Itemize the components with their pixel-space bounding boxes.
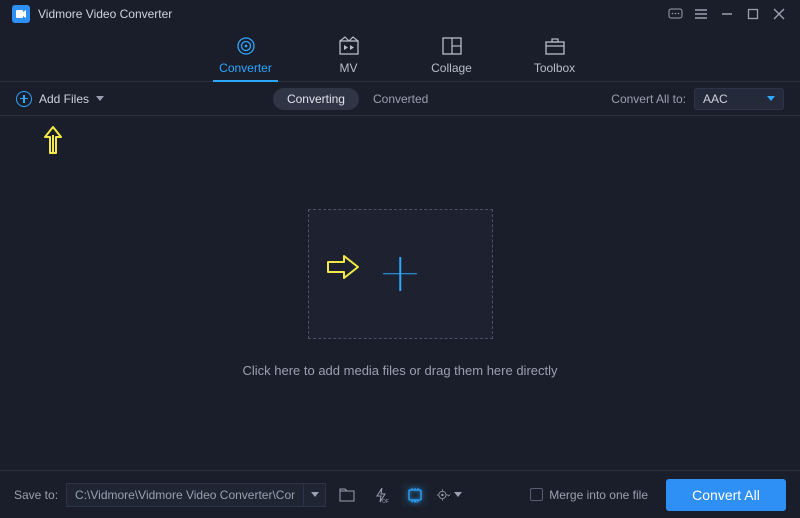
main-tabs: Converter MV Collage Toolbox bbox=[0, 28, 800, 82]
tab-collage-label: Collage bbox=[431, 61, 472, 75]
convert-all-to-label: Convert All to: bbox=[611, 92, 686, 106]
footer-bar: Save to: OFF ON Merge into one file Conv… bbox=[0, 470, 800, 518]
add-files-button[interactable]: Add Files bbox=[16, 91, 104, 107]
tab-collage[interactable]: Collage bbox=[424, 35, 479, 81]
save-path-dropdown[interactable] bbox=[304, 483, 326, 507]
convert-all-button[interactable]: Convert All bbox=[666, 479, 786, 511]
collage-icon bbox=[441, 35, 463, 57]
main-area: Click here to add media files or drag th… bbox=[0, 116, 800, 470]
feedback-icon[interactable] bbox=[662, 3, 688, 25]
tab-mv-label: MV bbox=[340, 61, 358, 75]
chevron-down-icon bbox=[454, 492, 462, 497]
menu-icon[interactable] bbox=[688, 3, 714, 25]
add-media-dropzone[interactable] bbox=[308, 209, 493, 339]
save-path-field bbox=[66, 483, 326, 507]
app-logo bbox=[12, 5, 30, 23]
tab-converting[interactable]: Converting bbox=[273, 88, 359, 110]
chevron-down-icon bbox=[767, 96, 775, 101]
mv-icon bbox=[338, 35, 360, 57]
maximize-icon[interactable] bbox=[740, 3, 766, 25]
plus-circle-icon bbox=[16, 91, 32, 107]
tab-converted[interactable]: Converted bbox=[359, 88, 442, 110]
tab-converter[interactable]: Converter bbox=[218, 35, 273, 81]
conversion-status-tabs: Converting Converted bbox=[273, 88, 442, 110]
gear-dropdown-button[interactable] bbox=[436, 483, 462, 507]
lightning-off-button[interactable]: OFF bbox=[368, 483, 394, 507]
titlebar: Vidmore Video Converter bbox=[0, 0, 800, 28]
tab-toolbox-label: Toolbox bbox=[534, 61, 575, 75]
open-folder-button[interactable] bbox=[334, 483, 360, 507]
checkbox-icon bbox=[530, 488, 543, 501]
toolbox-icon bbox=[544, 35, 566, 57]
merge-label: Merge into one file bbox=[549, 488, 648, 502]
convert-all-to: Convert All to: AAC bbox=[611, 88, 784, 110]
output-format-value: AAC bbox=[703, 92, 728, 106]
chevron-down-icon bbox=[311, 492, 319, 497]
output-format-dropdown[interactable]: AAC bbox=[694, 88, 784, 110]
add-files-label: Add Files bbox=[39, 92, 89, 106]
plus-icon bbox=[383, 257, 417, 291]
chevron-down-icon bbox=[96, 96, 104, 101]
save-to-label: Save to: bbox=[14, 488, 58, 502]
tab-mv[interactable]: MV bbox=[321, 35, 376, 81]
tab-converter-label: Converter bbox=[219, 61, 272, 75]
svg-text:ON: ON bbox=[412, 500, 419, 503]
close-icon[interactable] bbox=[766, 3, 792, 25]
converter-icon bbox=[235, 35, 257, 57]
minimize-icon[interactable] bbox=[714, 3, 740, 25]
secondary-bar: Add Files Converting Converted Convert A… bbox=[0, 82, 800, 116]
tab-toolbox[interactable]: Toolbox bbox=[527, 35, 582, 81]
svg-text:OFF: OFF bbox=[382, 499, 389, 503]
save-path-input[interactable] bbox=[66, 483, 304, 507]
drop-hint-text: Click here to add media files or drag th… bbox=[242, 363, 557, 378]
app-title: Vidmore Video Converter bbox=[38, 7, 172, 21]
merge-checkbox[interactable]: Merge into one file bbox=[530, 488, 648, 502]
gpu-accel-button[interactable]: ON bbox=[402, 483, 428, 507]
